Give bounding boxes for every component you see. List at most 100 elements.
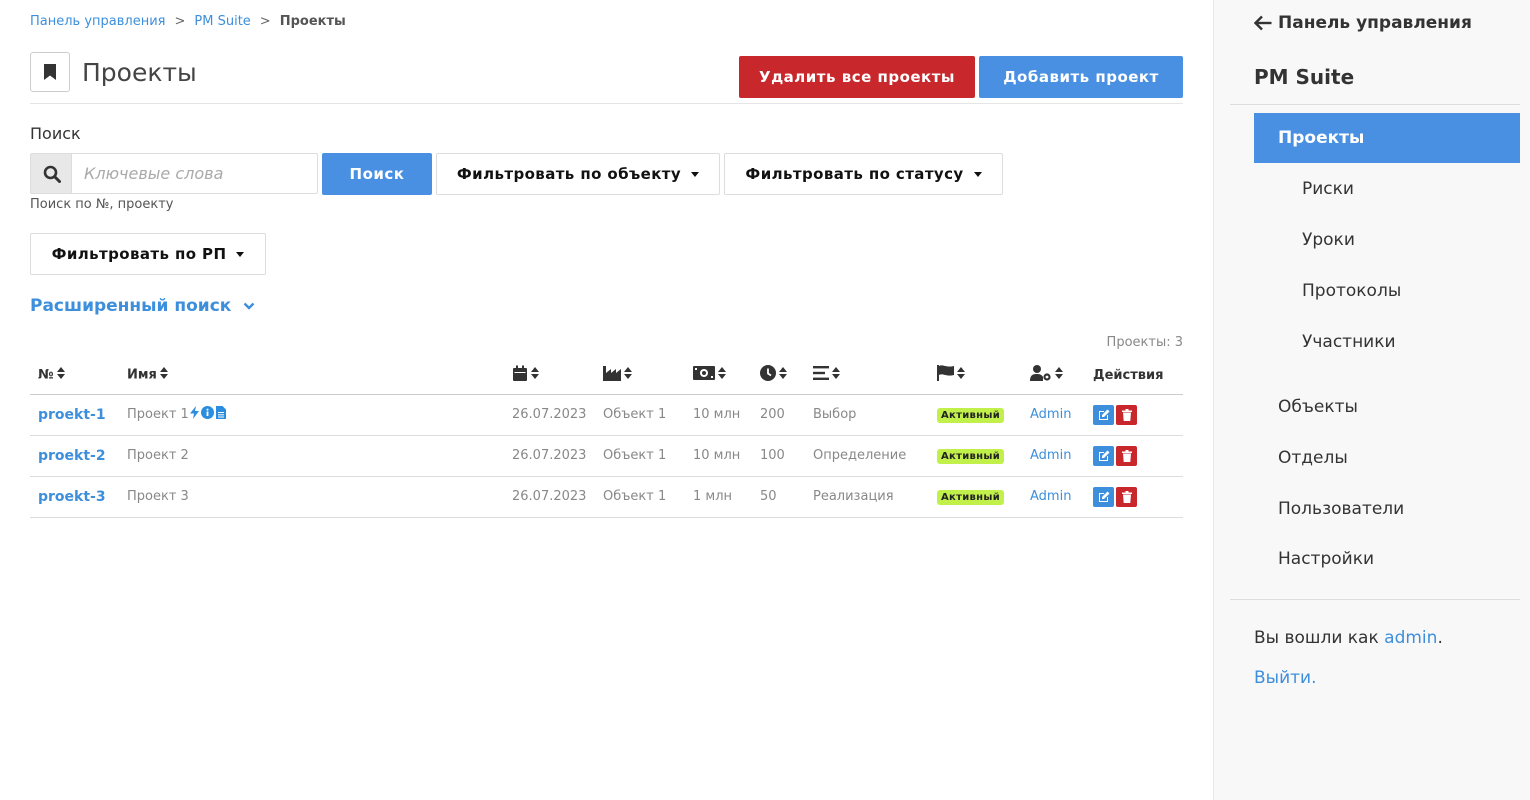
column-number[interactable]: № [30,357,119,395]
edit-button[interactable] [1093,445,1114,466]
sort-icon [159,367,168,383]
add-project-button[interactable]: Добавить проект [979,56,1183,98]
sidebar-item-protocols[interactable]: Протоколы [1302,281,1401,301]
current-user-link[interactable]: admin [1384,628,1437,648]
filter-by-status-dropdown[interactable]: Фильтровать по статусу [724,153,1003,195]
trash-icon [1121,449,1132,462]
status-badge: Активный [937,489,1005,505]
breadcrumb-pm-suite-link[interactable]: PM Suite [194,14,250,29]
document-icon[interactable] [215,406,226,423]
sidebar-item-risks[interactable]: Риски [1302,179,1354,199]
chevron-down-icon [243,302,255,310]
row-phase: Определение [805,435,929,477]
projects-table: № Имя Действия proekt-1 Проект 1 26.07.2… [30,357,1183,518]
column-phase[interactable] [805,357,929,395]
search-hint: Поиск по №, проекту [30,197,174,212]
row-object: Объект 1 [595,394,685,436]
column-object[interactable] [595,357,685,395]
row-status-cell: Активный [929,476,1022,518]
header-divider [30,103,1183,104]
edit-button[interactable] [1093,486,1114,507]
row-budget: 10 млн [685,394,752,436]
sidebar-item-settings[interactable]: Настройки [1278,549,1374,569]
row-manager[interactable]: Admin [1022,476,1085,518]
sort-icon [779,367,787,383]
search-input[interactable] [71,153,318,194]
column-manager[interactable] [1022,357,1085,395]
sidebar-item-participants[interactable]: Участники [1302,332,1396,352]
sidebar-item-projects[interactable]: Проекты [1254,113,1520,163]
user-cog-icon [1030,365,1052,385]
search-label: Поиск [30,124,81,143]
login-suffix: . [1437,628,1443,648]
logout-link[interactable]: Выйти. [1254,668,1317,688]
delete-button[interactable] [1116,486,1137,507]
row-actions [1085,435,1183,477]
sidebar-divider [1230,599,1520,600]
filter-by-pm-dropdown[interactable]: Фильтровать по РП [30,233,266,275]
row-phase: Реализация [805,476,929,518]
sidebar-item-departments[interactable]: Отделы [1278,448,1348,468]
login-info: Вы вошли как admin. [1254,628,1443,648]
sidebar-item-objects[interactable]: Объекты [1278,397,1358,417]
trash-icon [1121,490,1132,503]
projects-count: Проекты: 3 [1106,335,1183,350]
row-status-cell: Активный [929,394,1022,436]
search-icon [30,153,72,194]
filter-by-object-dropdown[interactable]: Фильтровать по объекту [436,153,720,195]
sort-icon [718,367,726,383]
delete-button[interactable] [1116,404,1137,425]
row-date: 26.07.2023 [504,476,595,518]
edit-icon [1098,409,1109,420]
row-date: 26.07.2023 [504,435,595,477]
row-manager[interactable]: Admin [1022,435,1085,477]
project-code-link[interactable]: proekt-2 [38,448,106,464]
sidebar-item-users[interactable]: Пользователи [1278,499,1404,519]
project-name: Проект 1 [127,407,189,422]
breadcrumb-dashboard-link[interactable]: Панель управления [30,14,166,29]
sidebar-item-lessons[interactable]: Уроки [1302,230,1355,250]
column-duration[interactable] [752,357,805,395]
column-actions: Действия [1085,357,1183,395]
advanced-search-toggle[interactable]: Расширенный поиск [30,296,255,316]
row-budget: 10 млн [685,435,752,477]
project-code-link[interactable]: proekt-3 [38,489,106,505]
row-code-cell: proekt-2 [30,435,119,477]
login-prefix: Вы вошли как [1254,628,1379,648]
info-icon[interactable] [200,406,214,423]
delete-all-projects-button[interactable]: Удалить все проекты [739,56,975,98]
money-icon [693,366,715,384]
row-code-cell: proekt-3 [30,476,119,518]
row-manager[interactable]: Admin [1022,394,1085,436]
project-name: Проект 3 [119,476,504,518]
caret-down-icon [973,171,982,177]
calendar-icon [512,365,528,386]
column-date[interactable] [504,357,595,395]
search-button[interactable]: Поиск [322,153,432,195]
sort-icon [832,367,840,383]
bookmark-icon [30,52,70,92]
advanced-search-label: Расширенный поиск [30,296,232,316]
column-budget[interactable] [685,357,752,395]
row-duration: 50 [752,476,805,518]
filter-by-status-label: Фильтровать по статусу [745,165,964,183]
table-header-row: № Имя Действия [30,357,1183,395]
sort-icon [957,367,965,383]
column-name-label: Имя [127,367,157,383]
table-row: proekt-1 Проект 1 26.07.2023 Объект 1 10… [30,394,1183,436]
breadcrumb-current: Проекты [279,14,346,29]
table-row: proekt-3 Проект 3 26.07.2023 Объект 1 1 … [30,476,1183,518]
row-object: Объект 1 [595,476,685,518]
row-code-cell: proekt-1 [30,394,119,436]
edit-button[interactable] [1093,404,1114,425]
edit-icon [1098,450,1109,461]
project-code-link[interactable]: proekt-1 [38,407,106,423]
back-to-dashboard-link[interactable]: Панель управления [1254,13,1472,33]
arrow-left-icon [1254,15,1272,31]
column-status[interactable] [929,357,1022,395]
column-name[interactable]: Имя [119,357,504,395]
delete-button[interactable] [1116,445,1137,466]
breadcrumb: Панель управления > PM Suite > Проекты [30,14,346,29]
row-object: Объект 1 [595,435,685,477]
back-label: Панель управления [1278,13,1472,33]
